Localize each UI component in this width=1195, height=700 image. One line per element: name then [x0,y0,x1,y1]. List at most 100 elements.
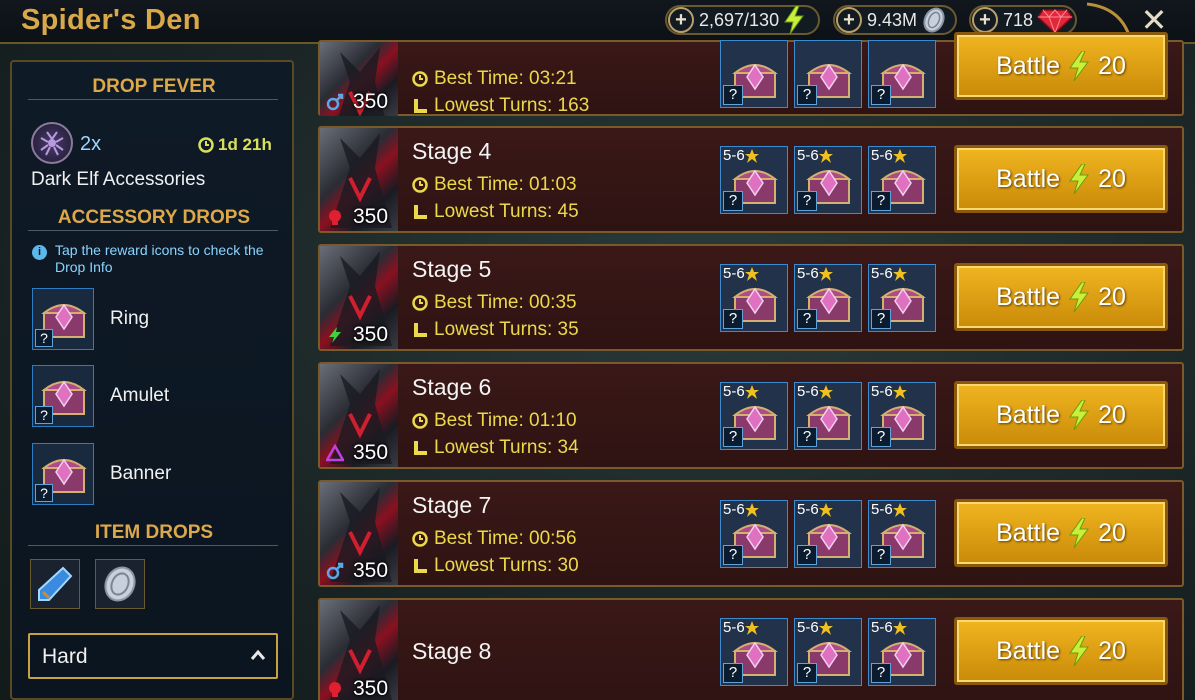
reward-stars-label: 5-6 [723,383,745,400]
accessory-ring[interactable]: ? Ring [32,288,272,350]
star-icon [818,384,833,399]
reward-chest-tile[interactable]: 5-6? [794,618,862,686]
reward-chest-tile[interactable]: 5-6? [868,618,936,686]
reward-chest-tile[interactable]: ? [720,40,788,108]
energy-cost: 20 [1098,282,1126,311]
reward-rank: 5-6 [723,501,759,518]
silver-resource[interactable]: + 9.43M [833,5,957,35]
reward-chest-tile[interactable]: 5-6? [794,382,862,450]
battle-button[interactable]: Battle 20 [954,145,1168,213]
reward-rank: 5-6 [871,147,907,164]
stage-name: Stage 8 [412,638,492,664]
unknown-marker: ? [871,545,891,565]
reward-chest-tile[interactable]: ? [794,40,862,108]
lowest-turns: Lowest Turns: 35 [412,319,579,341]
battle-button[interactable]: Battle 20 [954,499,1168,567]
reward-chest-tile[interactable]: ? [868,40,936,108]
fever-name: Dark Elf Accessories [31,169,206,190]
battle-label: Battle [996,400,1061,429]
battle-label: Battle [996,164,1061,193]
reward-stars-label: 5-6 [871,265,893,282]
divider [28,545,278,546]
boss-portrait: 350 [320,246,398,349]
accessory-banner[interactable]: ? Banner [32,443,272,505]
star-icon [892,266,907,281]
ring-chest-tile[interactable]: ? [32,288,94,350]
reward-chest-tile[interactable]: 5-6? [720,382,788,450]
banner-chest-tile[interactable]: ? [32,443,94,505]
lowest-turns-value: Lowest Turns: 163 [434,95,590,116]
reward-stars-label: 5-6 [797,501,819,518]
battle-label: Battle [996,636,1061,665]
stage-name: Stage 6 [412,374,492,400]
clock-icon [412,177,428,193]
drop-fever-panel: DROP FEVER 2x 1d 21h Dark Elf Accessorie… [10,60,294,700]
star-icon [818,266,833,281]
reward-chest-tile[interactable]: 5-6? [794,146,862,214]
stage-name: Stage 4 [412,138,492,164]
item-drop-silver[interactable] [95,559,145,609]
star-icon [818,502,833,517]
reward-rank: 5-6 [871,501,907,518]
gems-resource[interactable]: + 718 [969,5,1077,35]
reward-stars-label: 5-6 [797,383,819,400]
add-gems-button[interactable]: + [972,7,998,33]
reward-chest-tile[interactable]: 5-6? [794,500,862,568]
boss-power: 350 [353,90,389,113]
unknown-marker: ? [797,427,817,447]
energy-resource[interactable]: + 2,697/130 [665,5,820,35]
reward-chest-tile[interactable]: 5-6? [868,146,936,214]
star-icon [892,620,907,635]
difficulty-select[interactable]: Hard [28,633,278,679]
clock-icon [412,71,428,87]
unknown-marker: ? [723,663,743,683]
lowest-turns: Lowest Turns: 34 [412,437,579,459]
magic-affinity-icon [326,444,344,462]
reward-chest-tile[interactable]: 5-6? [720,264,788,332]
reward-chest-tile[interactable]: 5-6? [794,264,862,332]
blue-potion-icon [38,566,73,601]
boot-icon [414,323,427,337]
divider [28,230,278,231]
amulet-chest-tile[interactable]: ? [32,365,94,427]
star-icon [818,620,833,635]
energy-cost: 20 [1098,518,1126,547]
boss-portrait: 350 [320,482,398,585]
add-silver-button[interactable]: + [836,7,862,33]
battle-button[interactable]: Battle 20 [954,381,1168,449]
stage-row: 350 Stage 6 Best Time: 01:10 Lowest Turns: … [318,362,1184,469]
unknown-marker: ? [871,191,891,211]
lowest-turns-value: Lowest Turns: 30 [434,555,579,576]
reward-stars-label: 5-6 [723,501,745,518]
unknown-marker: ? [797,545,817,565]
unknown-marker: ? [35,484,53,502]
reward-chest-tile[interactable]: 5-6? [720,618,788,686]
reward-chest-tile[interactable]: 5-6? [868,500,936,568]
lowest-turns: Lowest Turns: 163 [412,95,589,117]
reward-rank: 5-6 [871,265,907,282]
add-energy-button[interactable]: + [668,7,694,33]
boot-icon [414,441,427,455]
clock-icon [412,295,428,311]
drop-fever-heading: DROP FEVER [92,76,216,97]
battle-button[interactable]: Battle 20 [954,32,1168,100]
best-time-value: Best Time: 00:56 [434,528,577,549]
star-icon [818,148,833,163]
battle-button[interactable]: Battle 20 [954,263,1168,331]
silver-value: 9.43M [867,9,918,30]
accessory-amulet[interactable]: ? Amulet [32,365,272,427]
battle-button[interactable]: Battle 20 [954,617,1168,685]
reward-chest-tile[interactable]: 5-6? [720,146,788,214]
spirit-affinity-icon [329,327,341,343]
boot-icon [414,559,427,573]
void-affinity-icon [326,562,344,580]
item-drop-potion[interactable] [30,559,80,609]
reward-chest-tile[interactable]: 5-6? [868,264,936,332]
lightning-bolt-icon [1068,518,1090,548]
boss-portrait: 350 [320,600,398,700]
boot-icon [414,205,427,219]
reward-stars-label: 5-6 [797,619,819,636]
reward-chest-tile[interactable]: 5-6? [720,500,788,568]
boss-power: 350 [353,441,389,464]
reward-chest-tile[interactable]: 5-6? [868,382,936,450]
